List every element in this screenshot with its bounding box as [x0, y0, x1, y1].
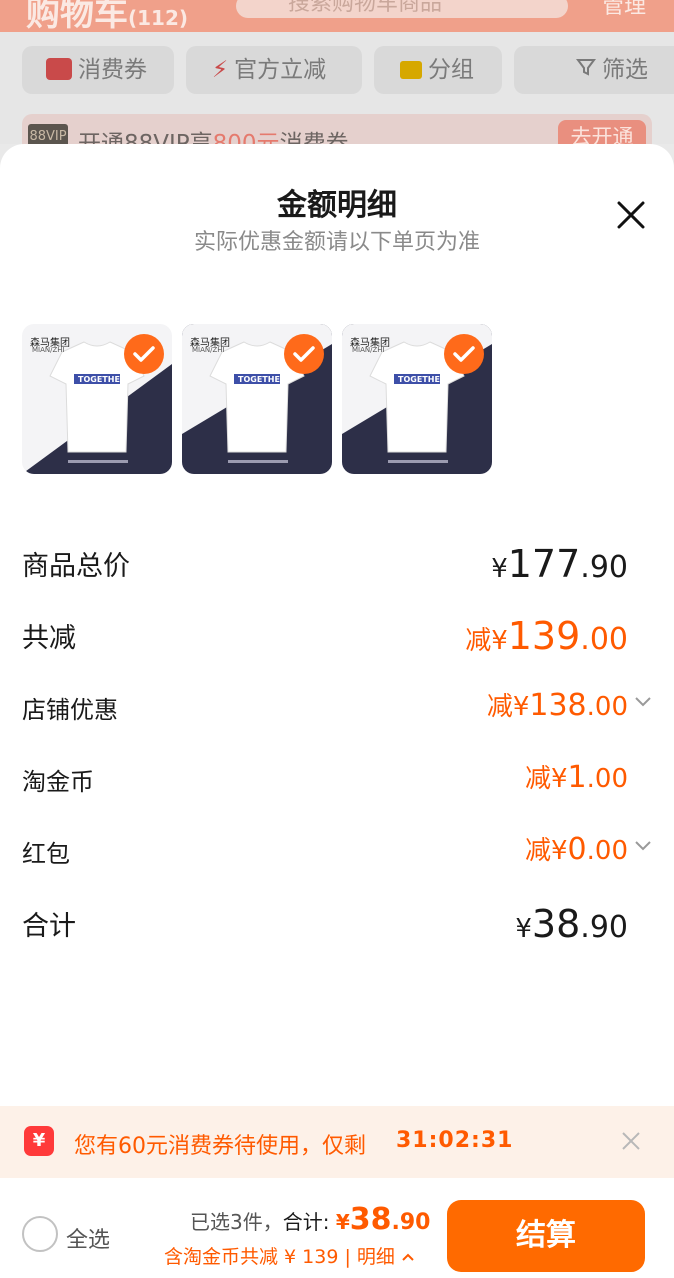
lightning-icon: ⚡	[212, 57, 229, 83]
row-label: 店铺优惠	[22, 696, 118, 724]
product-thumbnail[interactable]: 森马集团 MIAN/ZHI TOGETHER	[22, 324, 172, 474]
sum-value: ¥38.90	[515, 902, 628, 946]
coupon-icon: ¥	[24, 1126, 54, 1156]
close-button[interactable]	[614, 198, 648, 232]
total-price: ¥38.90	[335, 1202, 431, 1237]
row-total-price: 商品总价 ¥177.90	[0, 532, 674, 592]
tao-coin-value: 减¥1.00	[525, 760, 628, 795]
row-sum: 合计 ¥38.90	[0, 892, 674, 952]
folder-icon	[400, 61, 422, 79]
row-label: 商品总价	[22, 551, 130, 582]
coupon-reminder-bar[interactable]: ¥ 您有60元消费券待使用，仅剩 31:02:31	[0, 1106, 674, 1178]
product-thumbnail[interactable]: 森马集团 MIAN/ZHI TOGETHER	[342, 324, 492, 474]
cart-search-input[interactable]: 搜索购物车商品	[236, 0, 568, 18]
product-sub: MIAN/ZHI	[192, 346, 225, 354]
filter-button[interactable]: 筛选	[514, 46, 674, 94]
close-icon	[617, 201, 645, 229]
select-all-label[interactable]: 全选	[66, 1222, 110, 1254]
select-all-radio[interactable]	[22, 1216, 58, 1252]
filter-icon	[576, 46, 596, 94]
checkout-bar: 全选 已选3件，合计: ¥38.90 含淘金币共减 ¥ 139 | 明细 结算	[0, 1178, 674, 1278]
check-icon[interactable]	[284, 334, 324, 374]
shirt-print: TOGETHER	[78, 375, 127, 384]
red-packet-value: 减¥0.00	[525, 832, 628, 867]
product-thumbnail[interactable]: 森马集团 MIAN/ZHI TOGETHER	[182, 324, 332, 474]
sheet-title: 金额明细	[277, 188, 397, 223]
coupon-icon	[46, 58, 72, 80]
row-label: 共减	[22, 623, 76, 654]
group-filter-chip[interactable]: 分组	[374, 46, 502, 94]
total-price-value: ¥177.90	[491, 542, 628, 586]
official-discount-filter-chip[interactable]: ⚡ 官方立减	[186, 46, 362, 94]
selected-summary: 已选3件，合计: ¥38.90	[190, 1202, 431, 1237]
row-label: 红包	[22, 840, 70, 868]
row-label: 淘金币	[22, 768, 94, 796]
cart-header: 购物车(112) 搜索购物车商品 管理	[0, 0, 674, 34]
discount-detail-link[interactable]: 含淘金币共减 ¥ 139 | 明细	[164, 1242, 415, 1269]
chevron-down-icon[interactable]	[634, 840, 652, 852]
chevron-up-icon	[402, 1253, 414, 1261]
check-icon[interactable]	[124, 334, 164, 374]
row-total-discount: 共减 减¥139.00	[0, 604, 674, 664]
row-red-packet[interactable]: 红包 减¥0.00	[0, 820, 674, 880]
coupon-timer: 31:02:31	[396, 1128, 514, 1153]
chevron-down-icon[interactable]	[634, 696, 652, 708]
total-discount-value: 减¥139.00	[465, 614, 628, 658]
amount-detail-sheet: 金额明细 实际优惠金额请以下单页为准 森马集团 MIAN/ZHI TOGETHE…	[0, 144, 674, 1278]
checkout-button[interactable]: 结算	[447, 1200, 645, 1272]
coupon-filter-chip[interactable]: 消费券	[22, 46, 174, 94]
cart-title: 购物车(112)	[26, 0, 189, 34]
product-sub: MIAN/ZHI	[32, 346, 65, 354]
coupon-text: 您有60元消费券待使用，仅剩	[74, 1134, 366, 1159]
check-icon[interactable]	[444, 334, 484, 374]
close-icon[interactable]	[620, 1130, 642, 1152]
manage-button[interactable]: 管理	[602, 0, 646, 20]
row-label: 合计	[22, 911, 76, 942]
shirt-print: TOGETHER	[398, 375, 447, 384]
store-discount-value: 减¥138.00	[486, 688, 628, 723]
row-store-discount[interactable]: 店铺优惠 减¥138.00	[0, 676, 674, 736]
shirt-print: TOGETHER	[238, 375, 287, 384]
sheet-subtitle: 实际优惠金额请以下单页为准	[193, 230, 480, 255]
product-sub: MIAN/ZHI	[352, 346, 385, 354]
row-tao-coin: 淘金币 减¥1.00	[0, 748, 674, 808]
